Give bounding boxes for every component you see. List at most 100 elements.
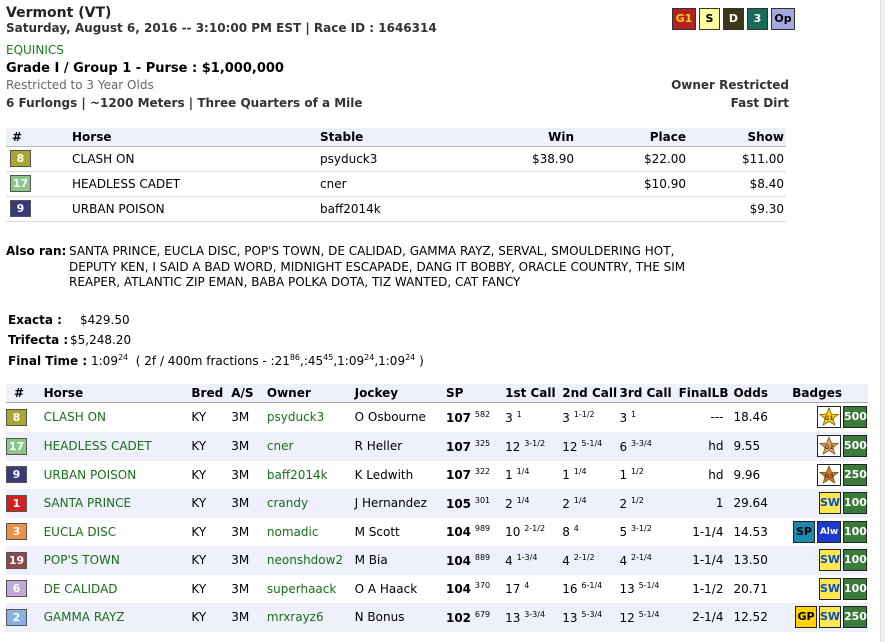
- call-position: 1: [619, 468, 628, 483]
- sp-decimal: 889: [474, 552, 491, 562]
- owner-link[interactable]: baff2014k: [266, 461, 354, 490]
- race-location: Vermont (VT): [6, 5, 112, 21]
- horse-name-link[interactable]: DE CALIDAD: [43, 575, 191, 604]
- horse-name-link[interactable]: URBAN POISON: [43, 461, 191, 490]
- call-lengths: 5-1/4: [638, 581, 660, 591]
- first-call: 10 2-1/2: [504, 518, 561, 547]
- owner-link[interactable]: superhaack: [266, 575, 354, 604]
- points-badge: 250: [843, 463, 867, 486]
- jockey: K Ledwith: [354, 467, 414, 482]
- final-lengths: 1: [715, 496, 724, 511]
- horse-name-link[interactable]: POP'S TOWN: [43, 546, 191, 575]
- col-horse: Horse: [72, 129, 112, 144]
- stakes-star-icon: G1: [817, 406, 841, 429]
- graded-placed-badge: GP: [795, 606, 817, 629]
- scrollbar[interactable]: [880, 0, 885, 642]
- horse-name-link[interactable]: CLASH ON: [43, 402, 191, 432]
- owner-link[interactable]: nomadic: [266, 518, 354, 547]
- final-lengths: ---: [710, 410, 724, 425]
- second-call: 3 1-1/2: [561, 402, 618, 432]
- stakes-winner-badge: SW: [819, 606, 841, 629]
- bred: KY: [191, 496, 207, 511]
- call-lengths: 4: [524, 581, 530, 591]
- also-ran-line: SANTA PRINCE, EUCLA DISC, POP'S TOWN, DE…: [69, 244, 675, 258]
- call-position: 13: [562, 610, 578, 625]
- odds: 9.96: [733, 467, 761, 482]
- jockey: M Bia: [354, 553, 388, 568]
- post-number: 19: [6, 546, 43, 575]
- race-chart-table: # Horse Bred A/S Owner Jockey SP 1st Cal…: [6, 384, 868, 632]
- fraction-sup: 24: [405, 353, 416, 362]
- call-lengths: 1/4: [516, 495, 530, 505]
- sp-value: 102: [445, 610, 472, 625]
- post-number: 9: [6, 196, 71, 221]
- call-position: 2: [505, 496, 513, 511]
- call-lengths: 1/2: [630, 495, 644, 505]
- post-number: 2: [6, 603, 43, 632]
- also-ran-line: DEPUTY KEN, I SAID A BAD WORD, MIDNIGHT …: [69, 259, 686, 274]
- call-lengths: 2-1/2: [573, 552, 595, 562]
- call-position: 3: [619, 410, 628, 425]
- win-payout: [481, 196, 575, 221]
- horse-name-link[interactable]: SANTA PRINCE: [43, 489, 191, 518]
- horse-name-link[interactable]: GAMMA RAYZ: [43, 603, 191, 632]
- third-call: 4 2-1/4: [618, 546, 677, 575]
- jockey: O Osbourne: [354, 410, 426, 425]
- col-3rd-call: 3rd Call: [619, 385, 672, 400]
- col-jockey: Jockey: [354, 385, 399, 400]
- first-call: 12 3-1/2: [504, 432, 561, 461]
- bred: KY: [191, 610, 207, 625]
- post-number-box: 17: [6, 437, 27, 455]
- call-position: 1: [505, 468, 513, 483]
- post-number-box: 9: [6, 466, 27, 484]
- owner-link[interactable]: cner: [266, 432, 354, 461]
- points-badge: 250: [843, 606, 867, 629]
- exacta-value: $429.50: [80, 313, 130, 327]
- horse-name-link[interactable]: HEADLESS CADET: [43, 432, 191, 461]
- call-lengths: 1/4: [573, 467, 587, 477]
- owner-link[interactable]: crandy: [266, 489, 354, 518]
- call-lengths: 1-1/2: [573, 409, 595, 419]
- first-call: 1 1/4: [504, 461, 561, 490]
- call-position: 17: [505, 582, 521, 597]
- call-lengths: 3-3/4: [524, 609, 546, 619]
- second-call: 13 5-3/4: [561, 603, 618, 632]
- race-datetime: Saturday, August 6, 2016 -- 3:10:00 PM E…: [6, 21, 437, 35]
- track-link[interactable]: EQUINICS: [6, 43, 64, 57]
- owner-link[interactable]: psyduck3: [266, 402, 354, 432]
- horse-name-link[interactable]: EUCLA DISC: [43, 518, 191, 547]
- owner-link[interactable]: mrxrayz6: [266, 603, 354, 632]
- bred: KY: [191, 553, 207, 568]
- first-call: 13 3-3/4: [504, 603, 561, 632]
- also-ran-label: Also ran:: [6, 244, 67, 258]
- race-surface: Fast Dirt: [730, 96, 789, 110]
- sp-decimal: 679: [474, 609, 491, 619]
- sp-value: 107: [445, 468, 472, 483]
- jockey: M Scott: [354, 524, 400, 539]
- post-number-box: 9: [10, 200, 31, 217]
- show-payout: $8.40: [749, 176, 784, 191]
- odds: 18.46: [733, 410, 768, 425]
- post-number-box: 8: [6, 408, 27, 426]
- final-lengths: 1-1/4: [692, 553, 724, 568]
- final-lengths: 2-1/4: [692, 610, 724, 625]
- bred: KY: [191, 524, 207, 539]
- call-lengths: 1: [516, 409, 522, 419]
- post-number: 9: [6, 461, 43, 490]
- race-badge-op: Op: [771, 8, 795, 30]
- race-distance: 6 Furlongs | ~1200 Meters | Three Quarte…: [6, 96, 363, 110]
- race-badge-3: 3: [747, 8, 768, 30]
- call-lengths: 2-1/4: [630, 552, 652, 562]
- sp-decimal: 582: [474, 409, 491, 419]
- race-grade-purse: Grade I / Group 1 - Purse : $1,000,000: [6, 61, 284, 76]
- post-number-box: 1: [6, 494, 27, 512]
- sp-value: 104: [445, 582, 472, 597]
- fraction-part: ,:45: [300, 354, 324, 368]
- bred: KY: [191, 581, 207, 596]
- show-payout: $11.00: [742, 151, 784, 166]
- second-call: 2 1/4: [561, 489, 618, 518]
- second-call: 4 2-1/2: [561, 546, 618, 575]
- horse-name: HEADLESS CADET: [72, 176, 181, 191]
- first-call: 2 1/4: [504, 489, 561, 518]
- owner-link[interactable]: neonshdow2: [266, 546, 354, 575]
